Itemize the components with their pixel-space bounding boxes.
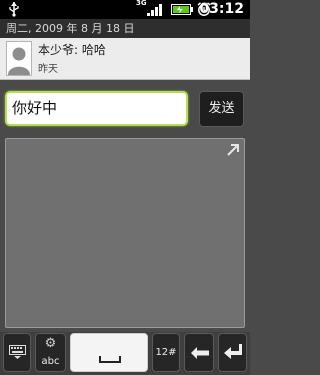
keyboard-hide-button[interactable]	[3, 333, 31, 372]
keyboard-hide-icon	[9, 345, 26, 359]
gear-icon: ⚙	[44, 336, 57, 351]
message-input[interactable]: 你好中	[5, 91, 188, 126]
handwriting-pad[interactable]	[5, 138, 245, 328]
date-header: 周二, 2009 年 8 月 18 日	[0, 19, 250, 38]
symbols-key[interactable]: 12#	[152, 333, 180, 372]
signal-icon	[147, 4, 162, 16]
backspace-key[interactable]	[184, 333, 214, 372]
message-text: 本少爷: 哈哈	[38, 43, 106, 57]
message-item[interactable]: 本少爷: 哈哈 昨天	[0, 38, 250, 80]
settings-key-label: abc	[41, 356, 60, 367]
status-bar: 3G 03:12	[0, 0, 250, 19]
keyboard-bar: ⚙ abc 12#	[0, 332, 250, 375]
network-type-label: 3G	[136, 0, 147, 7]
input-settings-button[interactable]: ⚙ abc	[35, 333, 66, 372]
expand-arrow-icon[interactable]	[226, 143, 240, 157]
symbols-key-label: 12#	[155, 347, 177, 358]
backspace-icon	[191, 347, 209, 359]
clock: 03:12	[199, 1, 244, 17]
message-time: 昨天	[38, 64, 58, 75]
usb-icon	[9, 2, 19, 17]
send-button[interactable]: 发送	[199, 91, 244, 127]
enter-key[interactable]	[218, 333, 247, 372]
enter-icon	[224, 344, 242, 359]
space-icon	[99, 356, 121, 363]
default-contact-icon	[6, 41, 32, 76]
battery-icon	[171, 4, 193, 15]
space-key[interactable]	[70, 333, 148, 372]
